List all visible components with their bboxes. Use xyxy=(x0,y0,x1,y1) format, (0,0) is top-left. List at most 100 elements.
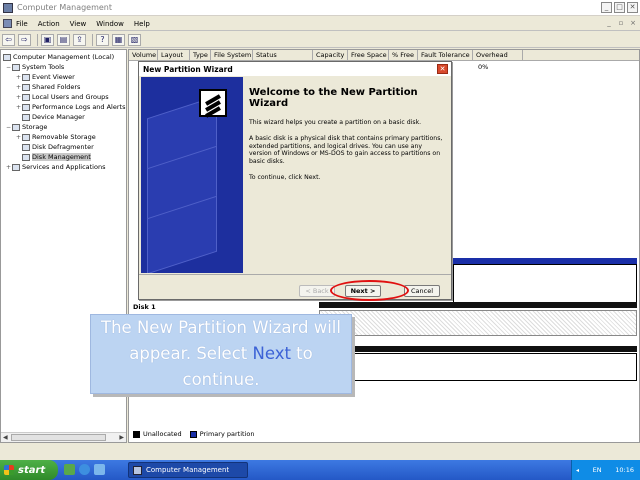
cancel-button[interactable]: Cancel xyxy=(404,285,440,297)
overhead-value: 0% xyxy=(478,63,489,71)
tree-item-label: Device Manager xyxy=(32,113,85,121)
taskbar-item-label: Computer Management xyxy=(146,466,230,474)
mdi-minimize-button[interactable]: _ xyxy=(604,19,614,28)
wizard-title: New Partition Wizard xyxy=(143,64,233,74)
scroll-right-icon[interactable]: ▶ xyxy=(119,434,124,441)
column-file-system[interactable]: File System xyxy=(211,50,253,60)
tree-item-storage[interactable]: − Storage xyxy=(1,122,126,132)
show-hide-tree-icon[interactable]: ▤ xyxy=(57,33,70,46)
tree-item-label: Computer Management (Local) xyxy=(13,53,115,61)
tree-item-services-applications[interactable]: + Services and Applications xyxy=(1,162,126,172)
tray-expand-icon[interactable]: ◂ xyxy=(576,467,579,474)
wizard-intro-text: This wizard helps you create a partition… xyxy=(249,119,422,126)
refresh-icon[interactable]: ▧ xyxy=(128,33,141,46)
next-button-highlight xyxy=(330,280,409,301)
tree-item-shared-folders[interactable]: + Shared Folders xyxy=(1,82,126,92)
wizard-close-button[interactable]: ✕ xyxy=(437,64,448,74)
column-status[interactable]: Status xyxy=(253,50,313,60)
window-controls: _ □ ✕ xyxy=(601,2,638,13)
toolbar: ⇦ ⇨ ▣ ▤ ⇪ ? ▦ ▧ xyxy=(0,32,640,48)
expand-toggle[interactable]: + xyxy=(15,84,22,91)
expand-toggle[interactable]: + xyxy=(5,164,12,171)
column-free-space[interactable]: Free Space xyxy=(348,50,389,60)
column-fault-tolerance[interactable]: Fault Tolerance xyxy=(418,50,473,60)
tree-item-performance-logs[interactable]: + Performance Logs and Alerts xyxy=(1,102,126,112)
computer-management-icon xyxy=(133,465,142,475)
column-capacity[interactable]: Capacity xyxy=(313,50,348,60)
shared-folder-icon xyxy=(22,83,30,91)
tree-item-computer-management[interactable]: Computer Management (Local) xyxy=(1,52,126,62)
event-viewer-icon xyxy=(22,73,30,81)
column-type[interactable]: Type xyxy=(190,50,211,60)
collapse-toggle[interactable]: − xyxy=(5,64,12,71)
maximize-button[interactable]: □ xyxy=(614,2,625,13)
expand-toggle[interactable]: + xyxy=(15,134,22,141)
unallocated-stripe xyxy=(319,302,637,308)
wizard-title-bar: New Partition Wizard xyxy=(139,62,451,76)
scrollbar-thumb[interactable] xyxy=(11,434,106,441)
mdi-close-button[interactable]: × xyxy=(628,19,638,28)
users-icon xyxy=(22,93,30,101)
up-folder-icon[interactable]: ▣ xyxy=(41,33,54,46)
legend-unallocated: Unallocated xyxy=(143,430,182,438)
menu-window[interactable]: Window xyxy=(96,20,124,28)
expand-toggle[interactable]: + xyxy=(15,104,22,111)
menu-file[interactable]: File xyxy=(16,20,28,28)
tree-horizontal-scrollbar[interactable]: ◀ ▶ xyxy=(1,432,126,442)
collapse-toggle[interactable]: − xyxy=(5,124,12,131)
column-percent-free[interactable]: % Free xyxy=(389,50,418,60)
column-overhead[interactable]: Overhead xyxy=(473,50,523,60)
document-icon[interactable] xyxy=(3,19,12,28)
back-icon[interactable]: ⇦ xyxy=(2,33,15,46)
close-button[interactable]: ✕ xyxy=(627,2,638,13)
tree-item-local-users[interactable]: + Local Users and Groups xyxy=(1,92,126,102)
column-layout[interactable]: Layout xyxy=(158,50,190,60)
tree-item-disk-defragmenter[interactable]: Disk Defragmenter xyxy=(1,142,126,152)
minimize-button[interactable]: _ xyxy=(601,2,612,13)
show-desktop-icon[interactable] xyxy=(64,464,75,475)
export-icon[interactable]: ⇪ xyxy=(73,33,86,46)
disk-1-label: Disk 1 xyxy=(133,303,156,311)
cd-rom-region[interactable] xyxy=(319,353,637,381)
tree-item-system-tools[interactable]: − System Tools xyxy=(1,62,126,72)
column-volume[interactable]: Volume xyxy=(129,50,158,60)
wizard-disk-icon xyxy=(199,89,227,118)
tree-item-event-viewer[interactable]: + Event Viewer xyxy=(1,72,126,82)
performance-icon xyxy=(22,103,30,111)
legend-primary-partition: Primary partition xyxy=(199,430,255,438)
tree-item-label: Disk Management xyxy=(32,153,91,161)
disk-0-partition-area[interactable] xyxy=(453,264,637,304)
internet-explorer-icon[interactable] xyxy=(79,464,90,475)
mdi-restore-button[interactable]: ▫ xyxy=(616,19,626,28)
help-icon[interactable]: ? xyxy=(96,33,109,46)
scroll-left-icon[interactable]: ◀ xyxy=(3,434,8,441)
tree-item-label: Disk Defragmenter xyxy=(32,143,94,151)
menu-help[interactable]: Help xyxy=(134,20,150,28)
wizard-side-graphic xyxy=(141,77,243,273)
menu-bar: File Action View Window Help _ ▫ × xyxy=(0,17,640,31)
taskbar-item-computer-management[interactable]: Computer Management xyxy=(128,462,248,478)
clock[interactable]: 10:16 xyxy=(615,466,634,474)
language-indicator[interactable]: EN xyxy=(593,466,602,474)
tree-item-removable-storage[interactable]: + Removable Storage xyxy=(1,132,126,142)
disk-1-unallocated-region[interactable] xyxy=(319,310,637,336)
windows-logo-icon xyxy=(4,465,14,475)
forward-icon[interactable]: ⇨ xyxy=(18,33,31,46)
tree-item-device-manager[interactable]: Device Manager xyxy=(1,112,126,122)
tree-item-label: Services and Applications xyxy=(22,163,106,171)
window-title: Computer Management xyxy=(17,3,113,12)
properties-icon[interactable]: ▦ xyxy=(112,33,125,46)
expand-toggle[interactable]: + xyxy=(15,94,22,101)
tree-item-label: Performance Logs and Alerts xyxy=(32,103,126,111)
menu-action[interactable]: Action xyxy=(38,20,60,28)
start-button[interactable]: start xyxy=(0,460,58,480)
toolbar-separator xyxy=(92,33,93,46)
instruction-callout: The New Partition Wizard will appear. Se… xyxy=(90,314,352,394)
storage-icon xyxy=(12,123,20,131)
tree-item-disk-management[interactable]: Disk Management xyxy=(1,152,126,162)
media-player-icon[interactable] xyxy=(94,464,105,475)
callout-highlight: Next xyxy=(252,344,291,363)
expand-toggle[interactable]: + xyxy=(15,74,22,81)
menu-view[interactable]: View xyxy=(70,20,87,28)
volume-list-header: Volume Layout Type File System Status Ca… xyxy=(129,50,639,61)
